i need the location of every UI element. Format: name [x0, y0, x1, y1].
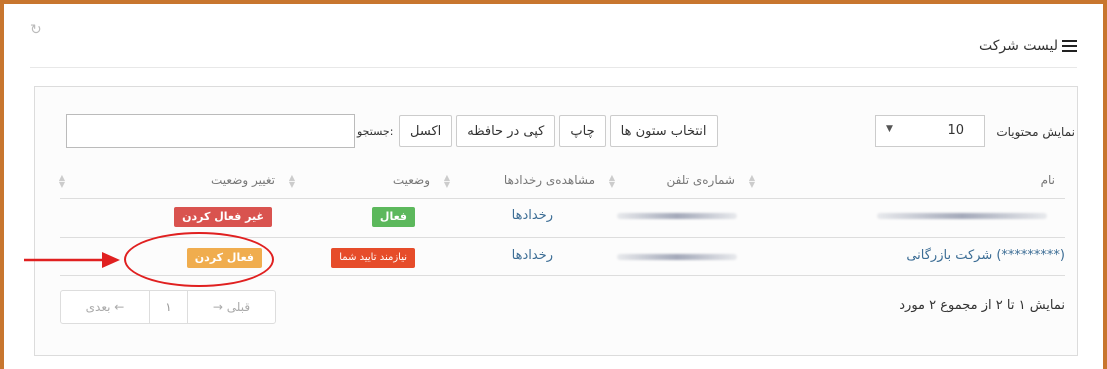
- column-header-events[interactable]: مشاهده‌ی رخدادها: [504, 173, 595, 187]
- chevron-down-icon: ▼: [886, 124, 893, 134]
- company-name-link[interactable]: شرکت بازرگانی (*********): [906, 248, 1065, 263]
- sort-icon[interactable]: ▲ ▼: [59, 174, 65, 189]
- status-badge: فعال: [371, 207, 415, 227]
- table-header: نام شماره‌ی تلفن ▲ ▼ مشاهده‌ی رخدادها ▲ ▼ …: [59, 167, 1065, 197]
- search-label: جستجو:: [357, 125, 394, 138]
- arrow-right-icon: [24, 252, 120, 268]
- title-divider: [30, 67, 1077, 68]
- sort-icon[interactable]: ▲ ▼: [444, 174, 450, 189]
- column-header-change-status[interactable]: تغییر وضعیت: [211, 173, 275, 187]
- pagination-page[interactable]: ۱: [150, 291, 188, 323]
- company-name-redacted: [877, 213, 1047, 219]
- sort-icon[interactable]: ▲ ▼: [749, 174, 755, 189]
- column-header-phone[interactable]: شماره‌ی تلفن: [667, 173, 735, 187]
- column-header-status[interactable]: وضعیت: [393, 173, 430, 187]
- status-badge: نیازمند تایید شما: [331, 248, 415, 268]
- sort-icon[interactable]: ▲ ▼: [289, 174, 295, 189]
- length-select[interactable]: 10 ▼: [875, 115, 985, 147]
- search-input[interactable]: [66, 114, 355, 148]
- pagination: بعدی ← ۱ → قبلی: [60, 290, 276, 324]
- events-link[interactable]: رخدادها: [512, 248, 553, 263]
- phone-redacted: [617, 213, 737, 219]
- list-icon: [1062, 40, 1077, 52]
- panel-title-text: لیست شرکت: [978, 38, 1058, 54]
- highlight-circle: [124, 232, 274, 287]
- sort-icon[interactable]: ▲ ▼: [609, 174, 615, 189]
- phone-redacted: [617, 254, 737, 260]
- column-header-name[interactable]: نام: [1041, 173, 1055, 187]
- length-select-value: 10: [947, 123, 964, 138]
- deactivate-button[interactable]: غیر فعال کردن: [174, 207, 272, 227]
- refresh-icon[interactable]: ↻: [30, 22, 42, 38]
- export-button-group: اکسل کپی در حافظه چاپ انتخاب ستون ها: [399, 115, 722, 147]
- events-link[interactable]: رخدادها: [512, 208, 553, 223]
- print-button[interactable]: چاپ: [559, 115, 606, 147]
- panel-title: لیست شرکت: [979, 38, 1077, 54]
- pagination-previous[interactable]: → قبلی: [188, 291, 275, 323]
- table-info: نمایش ۱ تا ۲ از مجموع ۲ مورد: [899, 298, 1065, 313]
- column-visibility-button[interactable]: انتخاب ستون ها: [609, 115, 718, 147]
- header-divider: [60, 198, 1065, 199]
- length-label: نمایش محتویات: [996, 125, 1075, 139]
- datatable-container: نمایش محتویات 10 ▼ اکسل کپی در حافظه چاپ…: [34, 86, 1078, 356]
- pagination-next[interactable]: بعدی ←: [61, 291, 150, 323]
- copy-button[interactable]: کپی در حافظه: [456, 115, 556, 147]
- excel-button[interactable]: اکسل: [399, 115, 453, 147]
